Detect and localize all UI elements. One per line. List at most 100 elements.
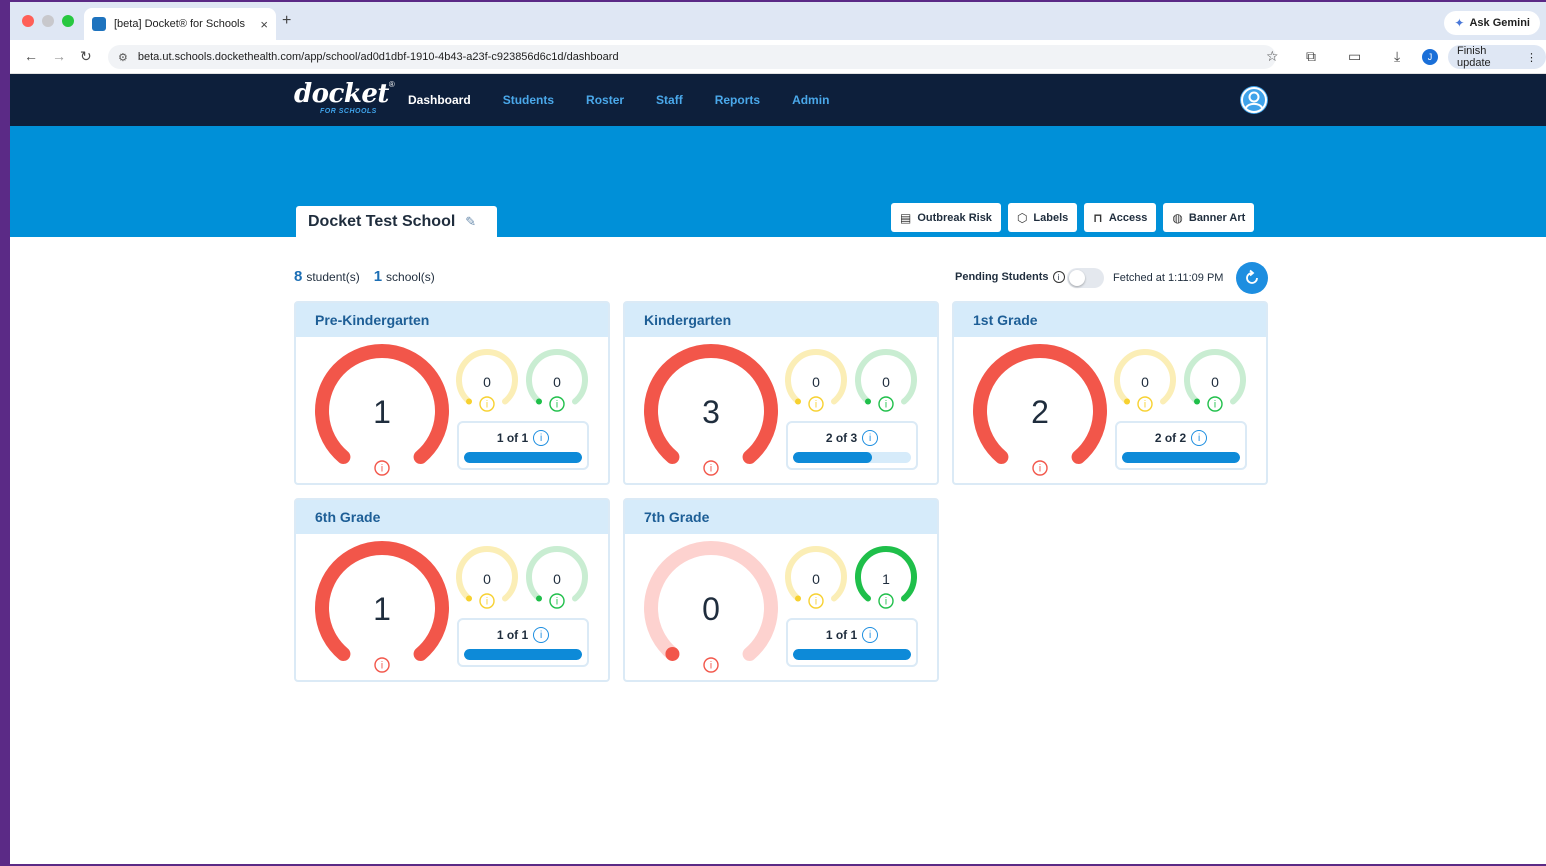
pending-students-toggle[interactable] [1067,268,1104,288]
cleared-value: 0 [553,374,561,390]
grade-card-title[interactable]: 6th Grade [296,500,608,534]
grade-card[interactable]: 6th Grade 1 i 0 i 0 i 1 of 1 i [294,498,610,682]
browser-profile-avatar[interactable]: J [1422,49,1438,65]
enrollment-progress-bar [464,452,582,463]
outbreak-risk-button[interactable]: ▤ Outbreak Risk [891,203,1001,232]
enrollment-progress-bar [793,452,911,463]
new-tab-button[interactable]: + [282,12,291,30]
cleared-info-icon[interactable]: i [549,593,565,609]
cases-info-icon[interactable]: i [703,657,719,673]
symptoms-value: 0 [1141,374,1149,390]
extensions-icon[interactable]: ⧉ [1306,48,1316,65]
enrollment-stat-value: 1 of 1 [496,628,529,642]
nav-link-dashboard[interactable]: Dashboard [408,93,471,107]
grade-card[interactable]: 7th Grade 0 i 0 i 1 i 1 of 1 i [623,498,939,682]
grade-card[interactable]: Kindergarten 3 i 0 i 0 i 2 of 3 i [623,301,939,485]
symptoms-info-icon[interactable]: i [1137,396,1153,412]
refresh-icon [1246,269,1258,284]
close-window-button[interactable] [22,15,34,27]
tab-search-icon[interactable]: ▭ [1348,48,1361,65]
svg-text:i: i [381,661,383,672]
symptoms-value: 0 [812,571,820,587]
labels-button[interactable]: ⬡ Labels [1007,203,1078,232]
info-icon[interactable]: i [533,430,550,446]
enrollment-stat: 1 of 1 i [786,618,918,667]
user-account-icon[interactable] [1240,86,1268,114]
docket-favicon-icon [92,17,106,31]
fetched-timestamp: Fetched at 1:11:09 PM [1113,272,1224,284]
cases-value: 2 [1031,394,1049,430]
docket-logo[interactable]: docket® FOR SCHOOLS [294,80,395,115]
info-icon[interactable]: i [533,627,550,643]
url-field[interactable]: ⚙ beta.ut.schools.dockethealth.com/app/s… [108,45,1276,69]
svg-text:i: i [486,400,488,411]
refresh-button[interactable] [1236,262,1268,294]
cases-info-icon[interactable]: i [703,460,719,476]
symptoms-info-icon[interactable]: i [808,593,824,609]
schools-label: school(s) [386,270,435,284]
info-icon[interactable]: i [1052,271,1065,283]
ask-gemini-label: Ask Gemini [1469,17,1530,29]
button-label: Outbreak Risk [917,211,992,224]
nav-link-reports[interactable]: Reports [715,93,760,107]
enrollment-stat-value: 2 of 2 [1154,431,1187,445]
cleared-info-icon[interactable]: i [878,396,894,412]
info-icon[interactable]: i [1191,430,1208,446]
symptoms-info-icon[interactable]: i [479,593,495,609]
cases-info-icon[interactable]: i [1032,460,1048,476]
back-icon[interactable]: ← [24,48,38,64]
ask-gemini-button[interactable]: ✦ Ask Gemini [1444,11,1540,35]
cleared-value: 1 [882,571,890,587]
grade-card[interactable]: 1st Grade 2 i 0 i 0 i 2 of 2 i [952,301,1268,485]
nav-link-students[interactable]: Students [503,93,554,107]
enrollment-stat: 2 of 3 i [786,421,918,470]
maximize-window-button[interactable] [62,15,74,27]
students-count[interactable]: 8 [294,268,302,285]
grade-card-title[interactable]: Kindergarten [625,303,937,337]
cleared-info-icon[interactable]: i [1207,396,1223,412]
browser-tab-active[interactable]: [beta] Docket® for Schools × [84,8,276,40]
tag-icon: ⬡ [1016,210,1028,225]
banner-art-button[interactable]: ◍ Banner Art [1163,203,1255,232]
grade-card-title[interactable]: 7th Grade [625,500,937,534]
download-icon[interactable]: ⤓ [1394,48,1400,65]
grade-card-title[interactable]: Pre-Kindergarten [296,303,608,337]
tab-close-icon[interactable]: × [260,17,268,32]
cases-info-icon[interactable]: i [374,460,390,476]
star-icon[interactable]: ☆ [1266,48,1279,65]
finish-update-button[interactable]: Finish update ⋮ [1448,45,1546,69]
minimize-window-button[interactable] [42,15,54,27]
info-icon[interactable]: i [862,627,879,643]
grade-card[interactable]: Pre-Kindergarten 1 i 0 i 0 i 1 of 1 i [294,301,610,485]
svg-text:i: i [556,400,558,411]
cases-info-icon[interactable]: i [374,657,390,673]
enrollment-progress-bar [793,649,911,660]
button-label: Access [1108,211,1148,224]
lock-icon: ⊓ [1093,210,1103,225]
svg-text:i: i [710,464,712,475]
button-label: Labels [1033,211,1069,224]
svg-text:i: i [885,400,887,411]
symptoms-info-icon[interactable]: i [808,396,824,412]
school-banner: Docket Test School ✎ ▤ Outbreak Risk ⬡ Labe… [10,126,1546,238]
svg-text:i: i [1144,400,1146,411]
cleared-info-icon[interactable]: i [549,396,565,412]
edit-pencil-icon[interactable]: ✎ [465,214,476,230]
palette-icon: ◍ [1172,210,1183,225]
schools-count[interactable]: 1 [374,268,382,285]
cases-value: 0 [702,591,720,627]
info-icon[interactable]: i [862,430,879,446]
access-button[interactable]: ⊓ Access [1084,203,1157,232]
symptoms-value: 0 [483,374,491,390]
symptoms-info-icon[interactable]: i [479,396,495,412]
enrollment-stat-value: 2 of 3 [825,431,858,445]
site-settings-icon[interactable]: ⚙ [118,51,128,64]
forward-icon[interactable]: → [52,48,66,64]
cleared-info-icon[interactable]: i [878,593,894,609]
nav-link-admin[interactable]: Admin [792,93,829,107]
url-text: beta.ut.schools.dockethealth.com/app/sch… [137,51,619,63]
reload-icon[interactable]: ↻ [80,48,92,65]
nav-link-staff[interactable]: Staff [656,93,683,107]
grade-card-title[interactable]: 1st Grade [954,303,1266,337]
nav-link-roster[interactable]: Roster [586,93,624,107]
